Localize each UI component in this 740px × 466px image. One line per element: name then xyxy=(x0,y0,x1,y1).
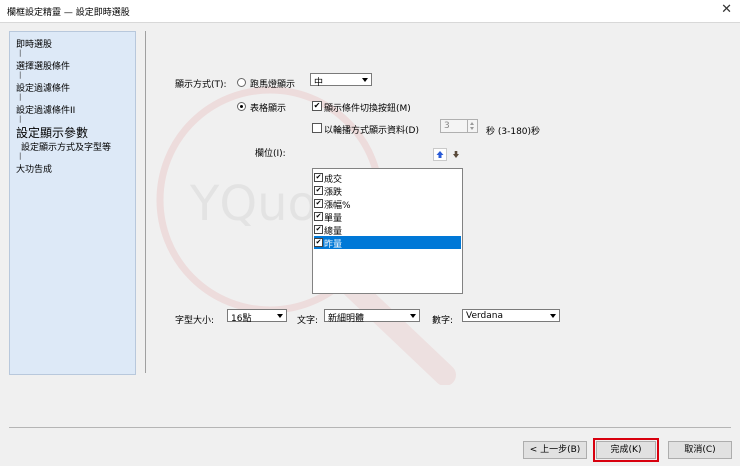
chevron-down-icon xyxy=(362,78,368,82)
item-checkbox[interactable]: ✔ xyxy=(314,199,323,208)
list-item[interactable]: ✔ 漲幅% xyxy=(314,197,461,211)
step-display-params: 設定顯示參數 xyxy=(16,126,89,140)
step-separator: | xyxy=(19,49,22,57)
chevron-down-icon xyxy=(550,314,556,318)
columns-list[interactable]: ✔ 成交 ✔ 漲跌 ✔ 漲幅% ✔ 單量 ✔ 總量 ✔ 昨量 xyxy=(312,168,463,294)
item-checkbox[interactable]: ✔ xyxy=(314,186,323,195)
list-item[interactable]: ✔ 總量 xyxy=(314,223,461,237)
spin-up-icon[interactable] xyxy=(470,122,474,125)
marquee-label: 跑馬燈顯示 xyxy=(250,80,296,90)
toggle-button-label: 顯示條件切換按鈕(M) xyxy=(324,104,411,114)
list-item[interactable]: ✔ 單量 xyxy=(314,210,461,224)
rotate-unit-label: 秒 (3-180)秒 xyxy=(486,127,541,137)
close-icon[interactable]: ✕ xyxy=(721,2,732,17)
step-realtime-select: 即時選股 xyxy=(16,40,53,50)
arrow-down-icon xyxy=(453,151,459,158)
font-size-label: 字型大小: xyxy=(175,316,215,326)
step-filter-conditions-2: 設定過濾條件II xyxy=(16,106,76,116)
chevron-down-icon xyxy=(277,314,283,318)
toggle-button-checkbox[interactable]: ✔ xyxy=(312,101,322,111)
list-item[interactable]: ✔ 成交 xyxy=(314,171,461,185)
text-font-select[interactable]: 新細明體 xyxy=(324,309,420,324)
table-display-label: 表格顯示 xyxy=(250,104,287,114)
spin-down-icon[interactable] xyxy=(470,127,474,130)
marquee-speed-value: 中 xyxy=(314,78,324,88)
step-separator: | xyxy=(19,93,22,101)
move-down-button[interactable] xyxy=(451,148,461,161)
window-title: 欄框設定精靈 — 設定即時選股 xyxy=(7,8,130,18)
rotate-checkbox[interactable] xyxy=(312,123,322,133)
font-size-value: 16點 xyxy=(231,314,252,324)
rotate-label: 以輪播方式顯示資料(D) xyxy=(324,126,419,136)
footer-divider xyxy=(9,427,731,428)
panel-divider xyxy=(145,31,146,373)
text-font-value: 新細明體 xyxy=(328,314,365,324)
title-divider xyxy=(0,22,740,23)
item-checkbox[interactable]: ✔ xyxy=(314,173,323,182)
table-radio[interactable] xyxy=(237,102,246,111)
font-size-select[interactable]: 16點 xyxy=(227,309,287,324)
wizard-steps-panel: 即時選股 | 選擇選股條件 | 設定過濾條件 | 設定過濾條件II | 設定顯示… xyxy=(9,31,136,375)
step-separator: | xyxy=(19,152,22,160)
step-filter-conditions: 設定過濾條件 xyxy=(16,84,71,94)
number-font-value: Verdana xyxy=(466,311,503,321)
item-checkbox[interactable]: ✔ xyxy=(314,238,323,247)
display-mode-label: 顯示方式(T): xyxy=(175,80,227,90)
spinner-buttons[interactable] xyxy=(467,120,477,132)
arrow-up-icon xyxy=(436,151,444,158)
columns-label: 欄位(I): xyxy=(255,149,286,159)
step-finish: 大功告成 xyxy=(16,165,53,175)
cancel-button[interactable]: 取消(C) xyxy=(668,441,732,459)
step-choose-conditions: 選擇選股條件 xyxy=(16,62,71,72)
text-font-label: 文字: xyxy=(297,316,319,326)
finish-highlight-box xyxy=(593,438,659,462)
marquee-radio[interactable] xyxy=(237,78,246,87)
back-button[interactable]: < 上一步(B) xyxy=(523,441,587,459)
rotate-seconds-value: 3 xyxy=(444,121,450,131)
list-item[interactable]: ✔ 漲跌 xyxy=(314,184,461,198)
chevron-down-icon xyxy=(410,314,416,318)
move-up-button[interactable] xyxy=(433,148,447,161)
number-font-label: 數字: xyxy=(432,316,454,326)
list-item-selected[interactable]: ✔ 昨量 xyxy=(314,236,461,250)
item-checkbox[interactable]: ✔ xyxy=(314,225,323,234)
step-separator: | xyxy=(19,115,22,123)
rotate-seconds-spinner[interactable]: 3 xyxy=(440,119,478,133)
item-checkbox[interactable]: ✔ xyxy=(314,212,323,221)
marquee-speed-select[interactable]: 中 xyxy=(310,73,372,88)
step-separator: | xyxy=(19,71,22,79)
title-bar: 欄框設定精靈 — 設定即時選股 ✕ xyxy=(0,0,740,22)
number-font-select[interactable]: Verdana xyxy=(462,309,560,322)
item-label: 昨量 xyxy=(324,240,343,250)
step-display-mode-font: 設定顯示方式及字型等 xyxy=(21,143,112,153)
